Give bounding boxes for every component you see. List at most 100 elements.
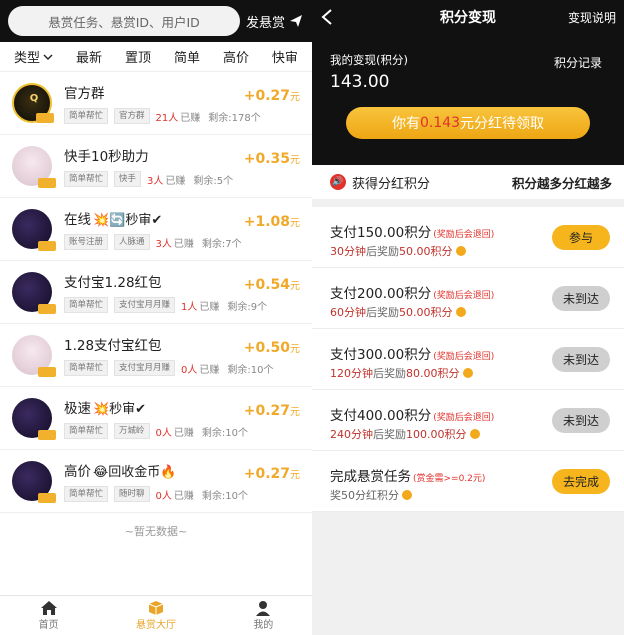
rule-note: (赏金需>=0.2元) xyxy=(413,474,486,484)
nav-home[interactable]: 首页 xyxy=(39,600,59,631)
rule-action-button[interactable]: 去完成 xyxy=(552,469,610,494)
cashout-rule-row: 完成悬赏任务 (赏金需>=0.2元) 奖50分红积分 去完成 xyxy=(312,451,624,512)
task-title-decoration: 💥秒审✔ xyxy=(93,401,147,417)
task-row[interactable]: 快手10秒助力 简单帮忙 快手 3人 已赚 剩余:5个 +0.35元 xyxy=(0,135,312,198)
user-icon xyxy=(256,601,271,616)
my-cashout-value: 143.00 xyxy=(330,72,390,92)
remaining: 剩余:9个 xyxy=(227,301,268,313)
coin-icon xyxy=(462,368,473,378)
rule-note: (奖励后会退回) xyxy=(433,230,495,240)
points-record-link[interactable]: 积分记录 xyxy=(554,54,602,71)
remaining: 剩余:10个 xyxy=(227,364,274,376)
claim-dividend-button[interactable]: 你有 0.143 元分红待领取 xyxy=(346,107,590,139)
coin-icon xyxy=(455,246,466,256)
rule-reward: 奖50分红积分 xyxy=(330,487,412,503)
filter-latest[interactable]: 最新 xyxy=(76,47,102,66)
avatar xyxy=(12,146,56,188)
vip-badge-icon xyxy=(38,304,56,314)
earned-count: 21人 xyxy=(155,112,179,124)
chevron-down-icon xyxy=(43,54,53,60)
coin-icon xyxy=(402,490,412,500)
task-row[interactable]: 支付宝1.28红包 简单帮忙 支付宝月月赚 1人 已赚 剩余:9个 +0.54元 xyxy=(0,261,312,324)
filter-simple[interactable]: 简单 xyxy=(174,47,200,66)
avatar xyxy=(12,398,56,440)
vip-badge-icon xyxy=(38,367,56,377)
vip-badge-icon xyxy=(36,113,54,123)
dividend-bar: 🔊 获得分红积分 积分越多分红越多 xyxy=(312,165,624,199)
dividend-slogan: 积分越多分红越多 xyxy=(511,175,612,191)
cashout-rule-row: 支付400.00积分 (奖励后会退回) 240分钟 后奖励 100.00积分 未到达 xyxy=(312,390,624,451)
earned-count: 3人 xyxy=(155,238,172,250)
remaining: 剩余:5个 xyxy=(193,175,234,187)
task-meta: 简单帮忙 万城岭 0人 已赚 剩余:10个 xyxy=(64,423,312,439)
rule-action-button[interactable]: 未到达 xyxy=(552,408,610,433)
earned-label: 已赚 xyxy=(199,301,220,313)
task-row[interactable]: 极速 💥秒审✔ 简单帮忙 万城岭 0人 已赚 剩余:10个 +0.27元 xyxy=(0,387,312,450)
task-row[interactable]: 1.28支付宝红包 简单帮忙 支付宝月月赚 0人 已赚 剩余:10个 +0.50… xyxy=(0,324,312,387)
filter-tabs: 类型 最新 置顶 简单 高价 快审 xyxy=(0,42,312,72)
points-cashout-panel: 积分变现 变现说明 我的变现(积分) 积分记录 143.00 你有 0.143 元分… xyxy=(312,0,624,635)
earned-count: 0人 xyxy=(155,490,172,502)
task-title-decoration: 😂回收金币🔥 xyxy=(93,464,177,480)
filter-high-price[interactable]: 高价 xyxy=(223,47,249,66)
reward-price: +0.27元 xyxy=(243,466,300,482)
rule-note: (奖励后会退回) xyxy=(433,352,495,362)
rule-title: 支付200.00积分 (奖励后会退回) xyxy=(330,286,495,302)
vip-badge-icon xyxy=(38,241,56,251)
reward-price: +0.50元 xyxy=(243,340,300,356)
nav-task-hall[interactable]: 悬赏大厅 xyxy=(136,600,176,631)
post-reward-button[interactable]: 发悬赏 xyxy=(246,12,303,31)
cube-icon xyxy=(148,601,164,615)
remaining: 剩余:7个 xyxy=(201,238,242,250)
avatar xyxy=(12,209,56,251)
earned-label: 已赚 xyxy=(173,427,194,439)
post-reward-label: 发悬赏 xyxy=(246,15,286,31)
earned-label: 已赚 xyxy=(173,490,194,502)
filter-type[interactable]: 类型 xyxy=(14,47,53,66)
dividend-amount: 0.143 xyxy=(419,115,461,131)
rule-reward: 120分钟 后奖励 80.00积分 xyxy=(330,365,473,381)
rule-action-button[interactable]: 参与 xyxy=(552,225,610,250)
avatar xyxy=(12,272,56,314)
my-cashout-label: 我的变现(积分) xyxy=(330,53,408,67)
remaining: 剩余:10个 xyxy=(201,427,248,439)
task-row[interactable]: Q 官方群 简单帮忙 官方群 21人 已赚 剩余:178个 +0.27元 xyxy=(0,72,312,135)
task-tag: 随时聊 xyxy=(114,486,150,502)
task-tag: 人脉通 xyxy=(114,234,150,250)
task-list: Q 官方群 简单帮忙 官方群 21人 已赚 剩余:178个 +0.27元 快手1… xyxy=(0,72,312,513)
task-tag: 简单帮忙 xyxy=(64,360,109,376)
task-tag: 账号注册 xyxy=(64,234,109,250)
earned-label: 已赚 xyxy=(165,175,186,187)
rule-reward: 60分钟 后奖励 50.00积分 xyxy=(330,304,466,320)
cashout-help-link[interactable]: 变现说明 xyxy=(568,9,616,26)
earned-label: 已赚 xyxy=(199,364,220,376)
task-row[interactable]: 在线 💥🔄秒审✔ 账号注册 人脉通 3人 已赚 剩余:7个 +1.08元 xyxy=(0,198,312,261)
nav-mine[interactable]: 我的 xyxy=(253,600,273,631)
task-tag: 简单帮忙 xyxy=(64,486,109,502)
task-row[interactable]: 高价 😂回收金币🔥 简单帮忙 随时聊 0人 已赚 剩余:10个 +0.27元 xyxy=(0,450,312,513)
rule-action-button[interactable]: 未到达 xyxy=(552,347,610,372)
no-more-data: ~暂无数据~ xyxy=(124,525,188,538)
rule-list: 支付150.00积分 (奖励后会退回) 30分钟 后奖励 50.00积分 参与 支付2… xyxy=(312,207,624,512)
earned-label: 已赚 xyxy=(173,238,194,250)
earned-count: 1人 xyxy=(181,301,198,313)
earned-count: 3人 xyxy=(147,175,164,187)
cashout-rule-row: 支付150.00积分 (奖励后会退回) 30分钟 后奖励 50.00积分 参与 xyxy=(312,207,624,268)
rule-note: (奖励后会退回) xyxy=(433,291,495,301)
earned-label: 已赚 xyxy=(180,112,201,124)
rule-title: 支付150.00积分 (奖励后会退回) xyxy=(330,225,495,241)
rule-action-button[interactable]: 未到达 xyxy=(552,286,610,311)
avatar xyxy=(12,335,56,377)
search-input[interactable]: 悬赏任务、悬赏ID、用户ID xyxy=(8,6,240,36)
filter-fast-review[interactable]: 快审 xyxy=(272,47,298,66)
task-meta: 简单帮忙 支付宝月月赚 0人 已赚 剩余:10个 xyxy=(64,360,312,376)
rule-title: 支付300.00积分 (奖励后会退回) xyxy=(330,347,495,363)
filter-pinned[interactable]: 置顶 xyxy=(125,47,151,66)
avatar: Q xyxy=(12,83,54,123)
task-tag: 快手 xyxy=(114,171,142,187)
vip-badge-icon xyxy=(38,493,56,503)
task-title-decoration: 💥🔄秒审✔ xyxy=(93,212,163,228)
cashout-rule-row: 支付300.00积分 (奖励后会退回) 120分钟 后奖励 80.00积分 未到达 xyxy=(312,329,624,390)
task-meta: 简单帮忙 随时聊 0人 已赚 剩余:10个 xyxy=(64,486,312,502)
back-arrow-icon[interactable] xyxy=(320,8,334,26)
